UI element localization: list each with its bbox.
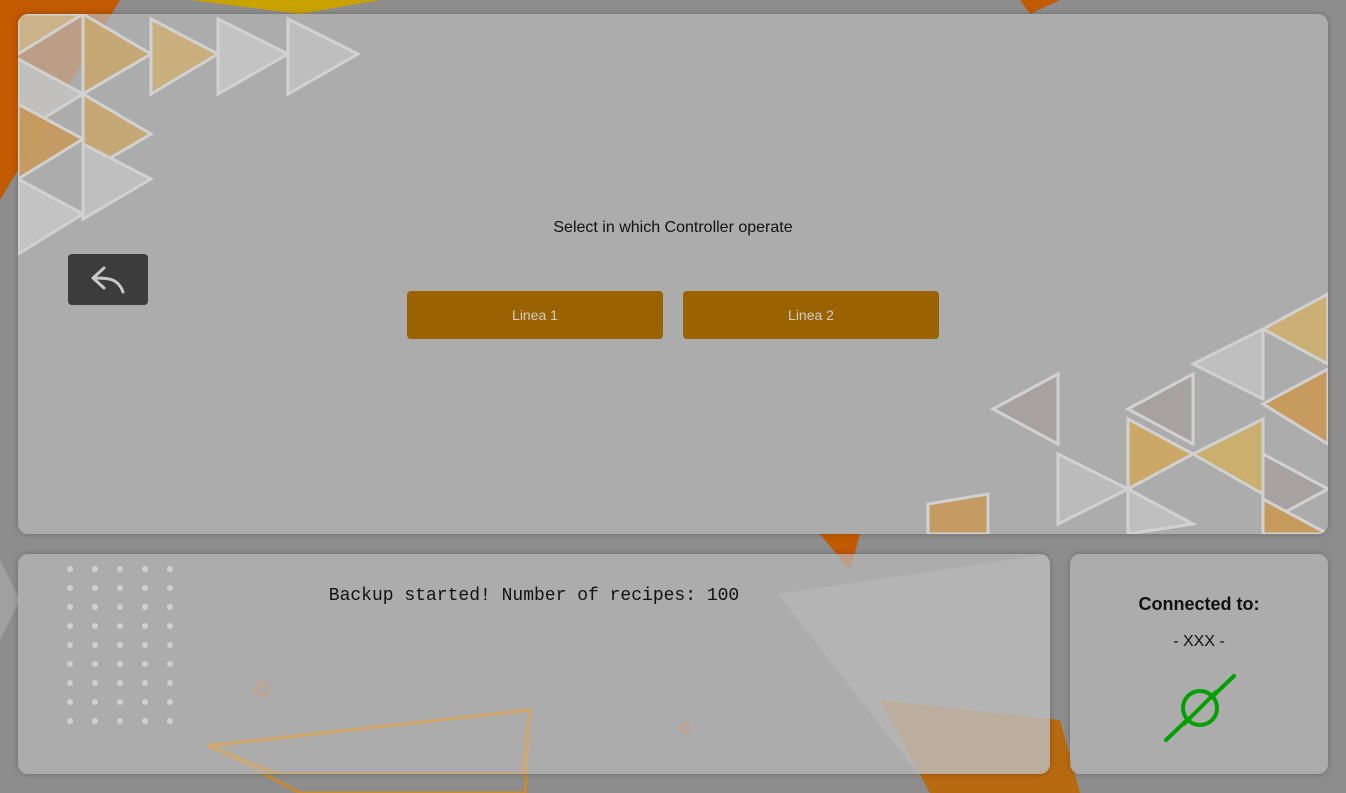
triangle-pattern-decoration xyxy=(18,14,1328,534)
controller-select-prompt: Select in which Controller operate xyxy=(553,219,793,236)
linea-1-button[interactable]: Linea 1 xyxy=(407,291,663,339)
connection-panel: Connected to: - XXX - xyxy=(1070,554,1328,774)
connection-value: - XXX - xyxy=(1173,633,1225,650)
back-button[interactable] xyxy=(68,254,148,305)
plug-connected-icon xyxy=(1164,674,1236,742)
reply-arrow-icon xyxy=(91,266,125,293)
controller-select-panel: Select in which Controller operate Linea… xyxy=(18,14,1328,534)
backup-log-panel: Backup started! Number of recipes: 100 xyxy=(18,554,1050,774)
linea-2-button[interactable]: Linea 2 xyxy=(683,291,939,339)
connection-title: Connected to: xyxy=(1138,594,1260,614)
backup-status-message: Backup started! Number of recipes: 100 xyxy=(328,586,740,606)
